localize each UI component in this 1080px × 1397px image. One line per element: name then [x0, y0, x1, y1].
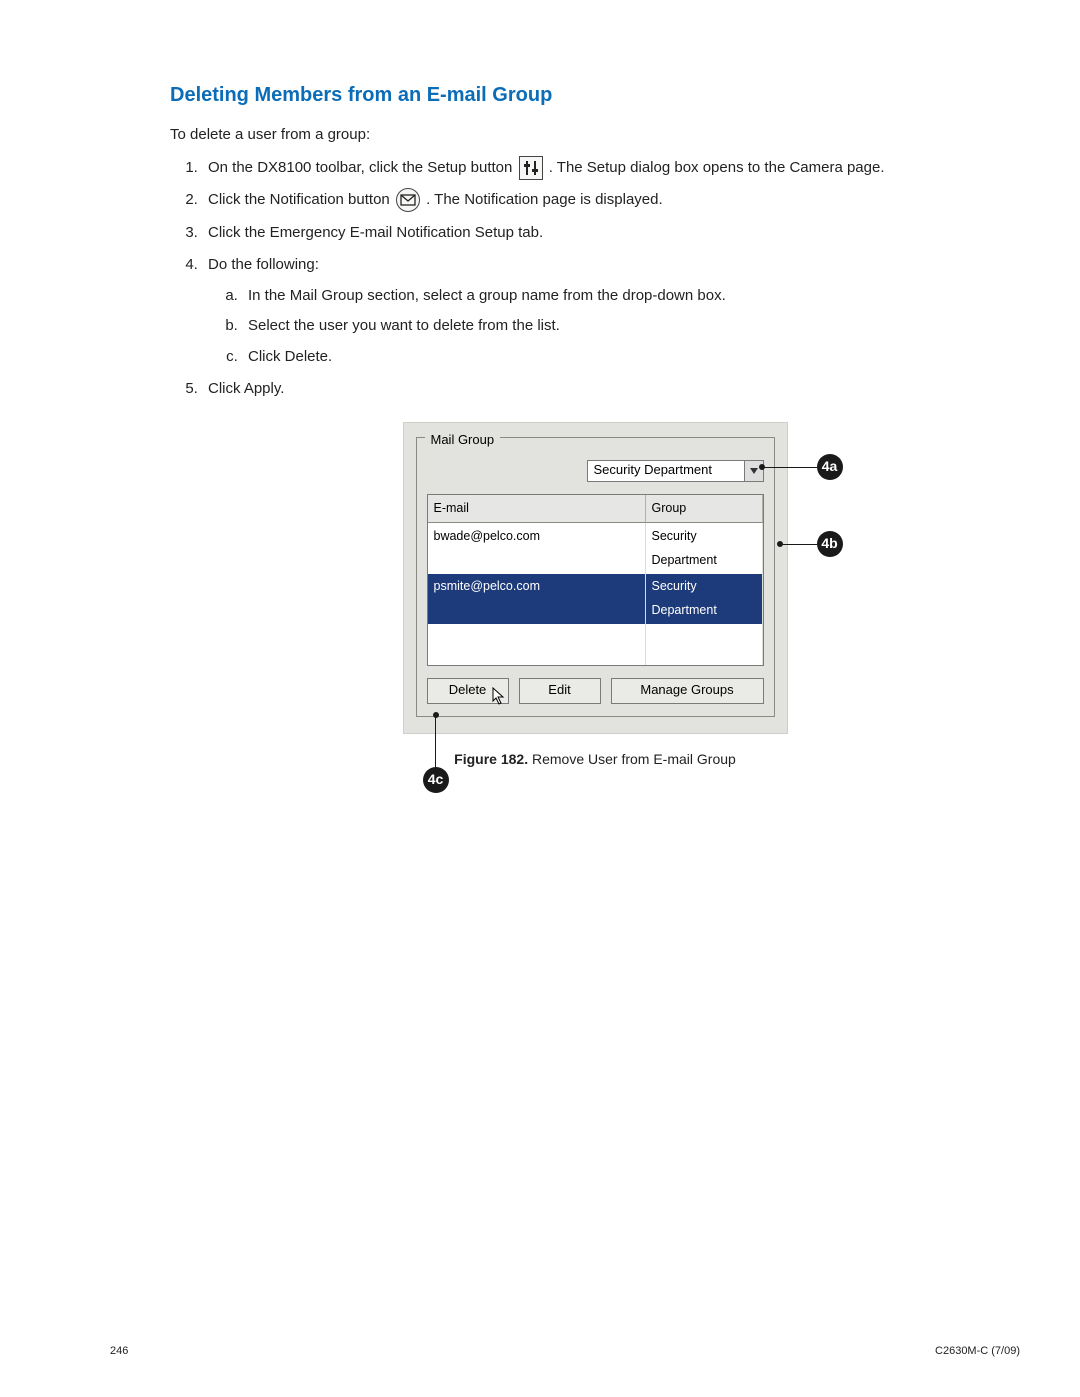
- col-group: Group: [646, 495, 763, 524]
- callout-lead: [435, 715, 437, 767]
- step-4c: Click Delete.: [242, 343, 1020, 372]
- step-2-text-b: . The Notification page is displayed.: [426, 191, 663, 208]
- section-heading: Deleting Members from an E-mail Group: [170, 84, 1020, 107]
- mail-group-fieldset: Mail Group Security Department E-mail Gr…: [416, 437, 775, 717]
- figure-caption-text: Remove User from E-mail Group: [528, 751, 736, 767]
- step-2: Click the Notification button . The Noti…: [202, 186, 1020, 215]
- notification-icon: [396, 188, 420, 212]
- step-2-text-a: Click the Notification button: [208, 191, 394, 208]
- intro-text: To delete a user from a group:: [170, 121, 1020, 150]
- edit-button[interactable]: Edit: [519, 678, 601, 704]
- step-1: On the DX8100 toolbar, click the Setup b…: [202, 154, 1020, 183]
- callout-lead-dot: [759, 464, 765, 470]
- figure-caption-label: Figure 182.: [454, 751, 528, 767]
- table-header: E-mail Group: [428, 495, 763, 524]
- cell-group: Security Department: [646, 574, 763, 625]
- callout-lead-dot: [777, 541, 783, 547]
- callout-lead-dot: [433, 712, 439, 718]
- callout-lead: [761, 467, 817, 469]
- delete-button[interactable]: Delete: [427, 678, 509, 704]
- callout-4c: 4c: [423, 767, 449, 793]
- col-email: E-mail: [428, 495, 646, 524]
- step-3: Click the Emergency E-mail Notification …: [202, 219, 1020, 248]
- figure-area: Mail Group Security Department E-mail Gr…: [403, 422, 788, 734]
- group-dropdown[interactable]: Security Department: [587, 460, 764, 482]
- page-number: 246: [110, 1345, 128, 1357]
- cell-email: psmite@pelco.com: [428, 574, 646, 625]
- steps-list: On the DX8100 toolbar, click the Setup b…: [170, 154, 1020, 404]
- delete-button-label: Delete: [449, 678, 487, 703]
- callout-lead: [779, 544, 817, 546]
- step-5: Click Apply.: [202, 375, 1020, 404]
- step-4: Do the following: In the Mail Group sect…: [202, 251, 1020, 371]
- members-table[interactable]: E-mail Group bwade@pelco.com Security De…: [427, 494, 764, 666]
- step-4a: In the Mail Group section, select a grou…: [242, 282, 1020, 311]
- figure-caption: Figure 182. Remove User from E-mail Grou…: [170, 746, 1020, 773]
- table-row[interactable]: psmite@pelco.com Security Department: [428, 574, 763, 625]
- cell-group: Security Department: [646, 523, 763, 574]
- callout-4a: 4a: [817, 454, 843, 480]
- step-1-text-b: . The Setup dialog box opens to the Came…: [549, 159, 885, 176]
- manage-groups-button[interactable]: Manage Groups: [611, 678, 764, 704]
- fieldset-legend: Mail Group: [425, 428, 501, 453]
- group-dropdown-value: Security Department: [588, 458, 744, 483]
- mail-group-panel: Mail Group Security Department E-mail Gr…: [403, 422, 788, 734]
- setup-icon: [519, 156, 543, 180]
- cell-email: bwade@pelco.com: [428, 523, 646, 574]
- step-1-text-a: On the DX8100 toolbar, click the Setup b…: [208, 159, 517, 176]
- step-4b: Select the user you want to delete from …: [242, 312, 1020, 341]
- callout-4b: 4b: [817, 531, 843, 557]
- manage-groups-button-label: Manage Groups: [640, 678, 733, 703]
- doc-id: C2630M-C (7/09): [935, 1345, 1020, 1357]
- table-row[interactable]: bwade@pelco.com Security Department: [428, 523, 763, 574]
- step-4-sublist: In the Mail Group section, select a grou…: [208, 282, 1020, 372]
- edit-button-label: Edit: [548, 678, 570, 703]
- cursor-icon: [492, 687, 508, 707]
